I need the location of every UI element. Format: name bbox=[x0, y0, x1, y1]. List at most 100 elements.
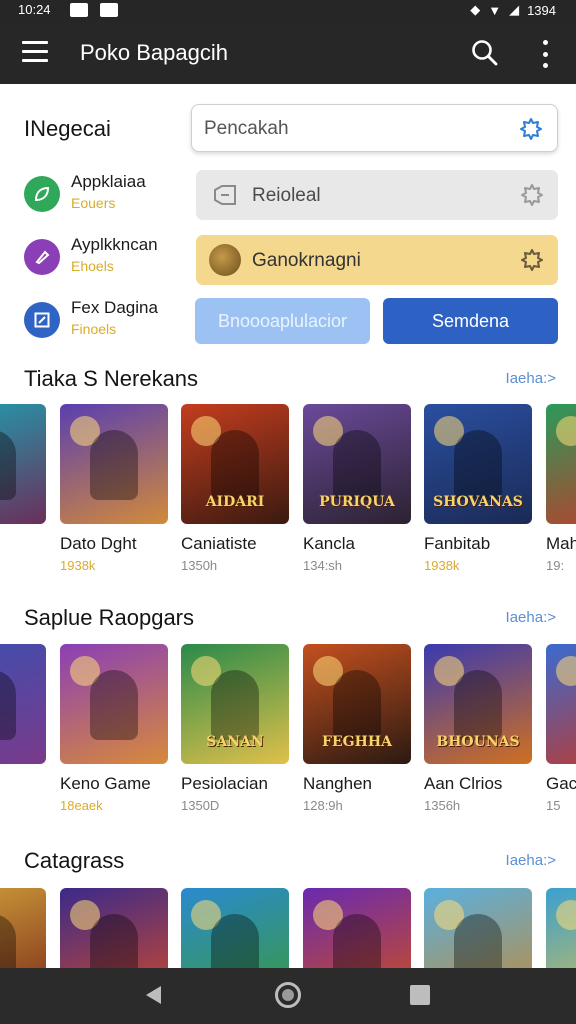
game-tile[interactable]: Gac 15 bbox=[546, 644, 576, 813]
game-tile[interactable]: AIDARI Caniatiste 1350h bbox=[181, 404, 289, 573]
see-more-link[interactable]: Iaeha:> bbox=[506, 370, 556, 387]
game-title: oh bbox=[0, 534, 46, 554]
art-figure bbox=[90, 914, 138, 968]
quick-item-sub: Eouers bbox=[71, 195, 116, 211]
primary-button[interactable]: Semdena bbox=[383, 298, 558, 344]
see-more-link[interactable]: Iaeha:> bbox=[506, 852, 556, 869]
game-title: Nanghen bbox=[303, 774, 373, 793]
main-heading: INegecai bbox=[24, 116, 111, 141]
message-icon bbox=[70, 3, 88, 17]
game-tile[interactable]: s bbox=[0, 644, 46, 794]
recent-option[interactable]: Reioleal bbox=[196, 170, 558, 220]
art-glow bbox=[556, 416, 576, 446]
game-logo: SANAN bbox=[206, 734, 264, 750]
quick-item-fex[interactable]: Fex Dagina Finoels bbox=[24, 298, 184, 342]
game-title: Fanbitab bbox=[424, 534, 491, 553]
game-title: Pesiolacian bbox=[181, 774, 268, 793]
coin-icon bbox=[209, 244, 241, 276]
search-input[interactable] bbox=[204, 115, 504, 143]
signal-icon: ◢ bbox=[509, 2, 520, 17]
game-artwork: SANKANT bbox=[181, 888, 289, 968]
settings-gear-icon[interactable] bbox=[520, 248, 544, 272]
game-option[interactable]: Ganokrnagni bbox=[196, 235, 558, 285]
settings-gear-icon[interactable] bbox=[519, 117, 543, 141]
art-figure bbox=[333, 430, 381, 500]
game-tile[interactable]: SANAN Pesiolacian 1350D bbox=[181, 644, 289, 813]
art-figure bbox=[90, 430, 138, 500]
art-figure bbox=[454, 430, 502, 500]
back-icon[interactable] bbox=[143, 984, 163, 1006]
status-time: 10:24 bbox=[18, 2, 51, 17]
leaf-icon bbox=[24, 176, 60, 212]
navigation-bar bbox=[0, 968, 576, 1024]
game-tile[interactable]: FEGHHA Nanghen 128:9h bbox=[303, 644, 411, 813]
status-right: ◆ ▼ ◢ 1394 bbox=[470, 2, 556, 18]
game-tile[interactable]: SANNAIR bbox=[424, 888, 532, 968]
search-icon[interactable] bbox=[470, 38, 500, 68]
game-tile[interactable]: Dato Dght 1938k bbox=[60, 404, 168, 573]
game-tile[interactable]: PURIQUA Kancla 134:sh bbox=[303, 404, 411, 573]
game-tile[interactable]: Mah 19: bbox=[546, 404, 576, 573]
settings-gear-icon[interactable] bbox=[520, 183, 544, 207]
quick-item-apps[interactable]: Appklaiaa Eouers bbox=[24, 172, 184, 216]
notification-icon: ◆ bbox=[470, 2, 481, 17]
game-tile[interactable]: oh bbox=[0, 404, 46, 554]
game-tile[interactable]: SHOVANAS Fanbitab 1938k bbox=[424, 404, 532, 573]
game-label: Ganokrnagni bbox=[252, 250, 361, 271]
download-icon bbox=[100, 3, 118, 17]
game-artwork: SHOVANAS bbox=[424, 404, 532, 524]
game-title: Mah bbox=[546, 534, 576, 553]
quick-item-label: Ayplkkncan bbox=[71, 235, 158, 254]
game-meta: 1938k bbox=[424, 558, 460, 573]
art-figure bbox=[333, 670, 381, 740]
game-artwork bbox=[0, 404, 46, 524]
more-options-icon[interactable] bbox=[538, 40, 552, 68]
art-figure bbox=[454, 670, 502, 740]
game-tile[interactable]: BHOUNAS Aan Clrios 1356h bbox=[424, 644, 532, 813]
game-tile[interactable]: TAIRAAI bbox=[60, 888, 168, 968]
game-artwork bbox=[546, 888, 576, 968]
secondary-button[interactable]: Bnoooaplulacior bbox=[195, 298, 370, 344]
section-heading-popular: Saplue Raopgars bbox=[24, 605, 195, 630]
game-meta: 128:9h bbox=[303, 798, 343, 813]
home-icon[interactable] bbox=[275, 982, 301, 1008]
game-tile[interactable] bbox=[546, 888, 576, 968]
recent-label: Reioleal bbox=[252, 185, 321, 206]
game-tile[interactable] bbox=[0, 888, 46, 968]
game-artwork: SANAN bbox=[181, 644, 289, 764]
game-meta: 15 bbox=[546, 798, 561, 813]
quick-item-applications[interactable]: Ayplkkncan Ehoels bbox=[24, 235, 184, 279]
game-logo: AIDARI bbox=[205, 494, 265, 510]
art-figure bbox=[0, 914, 16, 968]
see-more-link[interactable]: Iaeha:> bbox=[506, 609, 556, 626]
game-row-2: s Keno Game 18eaek SANAN Pesiolacian 1350D FEG… bbox=[0, 644, 576, 819]
search-box[interactable] bbox=[191, 104, 558, 152]
app-title: Poko Bapagcih bbox=[80, 40, 228, 65]
game-title: s bbox=[0, 774, 46, 794]
art-figure bbox=[333, 914, 381, 968]
game-artwork: TAIRAAI bbox=[60, 888, 168, 968]
section-heading-categories: Catagrass bbox=[24, 848, 125, 873]
app-bar: Poko Bapagcih bbox=[0, 22, 576, 84]
game-meta: 1350h bbox=[181, 558, 218, 573]
game-logo: SHOVANAS bbox=[433, 494, 523, 510]
art-figure bbox=[211, 430, 259, 500]
game-meta: 1350D bbox=[181, 798, 220, 813]
game-artwork: SANNAIR bbox=[424, 888, 532, 968]
menu-icon[interactable] bbox=[22, 41, 48, 65]
art-figure bbox=[454, 914, 502, 968]
art-figure bbox=[90, 670, 138, 740]
game-meta: 1938k bbox=[60, 558, 96, 573]
game-tile[interactable] bbox=[303, 888, 411, 968]
game-artwork bbox=[60, 404, 168, 524]
brush-icon bbox=[24, 239, 60, 275]
status-bar: 10:24 ◆ ▼ ◢ 1394 bbox=[0, 0, 576, 22]
art-glow bbox=[556, 900, 576, 930]
art-glow bbox=[556, 656, 576, 686]
recent-tag-icon bbox=[214, 185, 236, 205]
game-meta: 18eaek bbox=[60, 798, 103, 813]
recent-apps-icon[interactable] bbox=[410, 985, 430, 1005]
game-meta: 19: bbox=[546, 558, 565, 573]
game-tile[interactable]: SANKANT bbox=[181, 888, 289, 968]
game-tile[interactable]: Keno Game 18eaek bbox=[60, 644, 168, 813]
